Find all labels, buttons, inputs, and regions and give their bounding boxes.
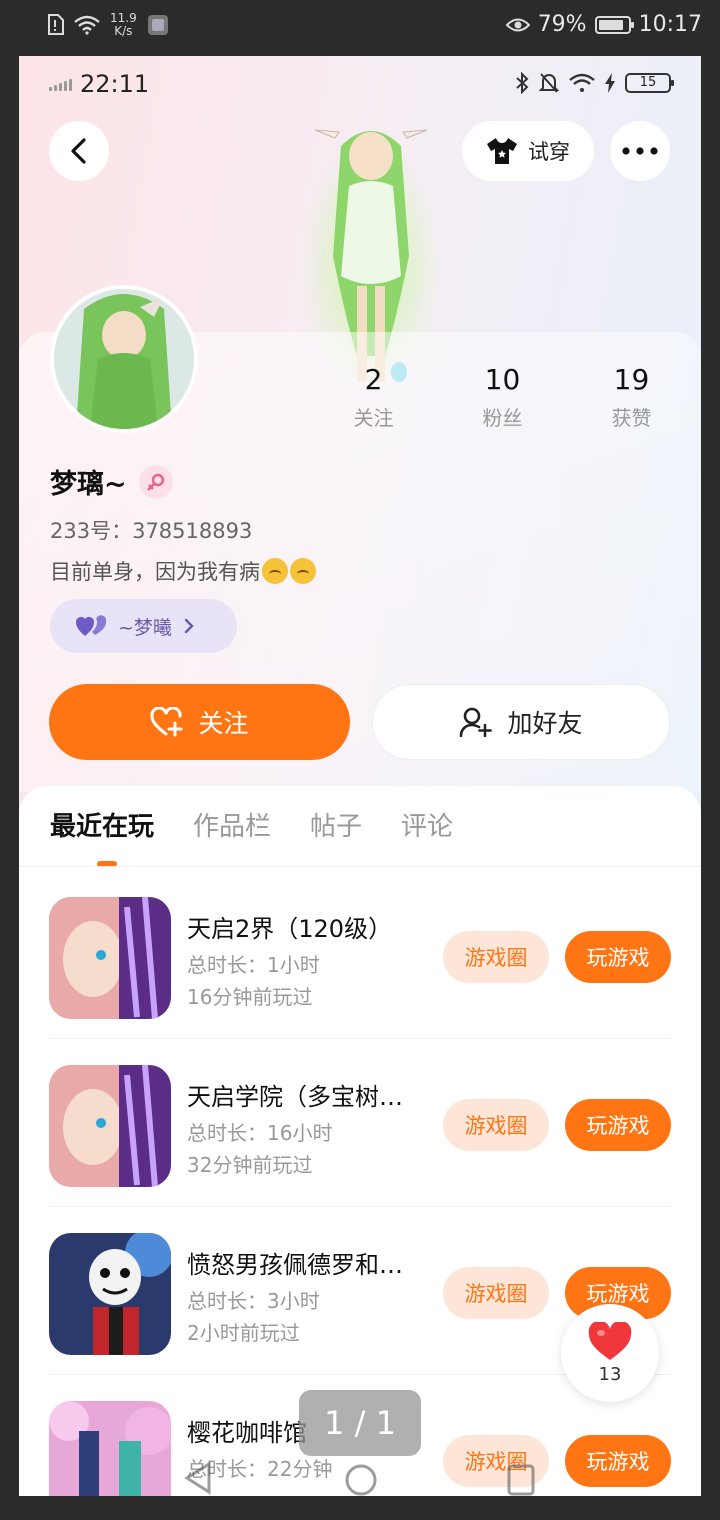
game-duration: 总时长：1小时 — [187, 953, 320, 977]
upside-down-face-icon — [290, 558, 316, 584]
female-gender-icon — [138, 464, 173, 499]
tab-works[interactable]: 作品栏 — [193, 806, 271, 843]
battery-percentage: 79% — [537, 12, 587, 37]
heart-icon — [588, 1321, 632, 1360]
chevron-left-icon — [71, 138, 86, 164]
game-last-played: 32分钟前玩过 — [187, 1153, 313, 1177]
game-icon — [49, 1233, 171, 1355]
list-item[interactable]: 天启学院（多宝树… 总时长：16小时 32分钟前玩过 游戏圈 玩游戏 — [49, 1039, 671, 1207]
stat-likes[interactable]: 19 获赞 — [567, 363, 696, 431]
inner-battery-level: 15 — [639, 75, 657, 90]
signal-icon — [49, 77, 72, 91]
list-item[interactable]: 天启2界（120级） 总时长：1小时 16分钟前玩过 游戏圈 玩游戏 — [49, 871, 671, 1039]
like-button[interactable]: 13 — [561, 1304, 659, 1402]
more-dots-icon — [622, 147, 658, 155]
upside-down-face-icon — [262, 558, 288, 584]
clock: 10:17 — [638, 12, 702, 37]
stat-likes-label: 获赞 — [611, 406, 652, 430]
game-last-played: 2小时前玩过 — [187, 1321, 300, 1345]
bluetooth-icon — [516, 72, 529, 94]
play-game-button[interactable]: 玩游戏 — [565, 1435, 671, 1487]
game-icon — [49, 1401, 171, 1496]
inner-battery-icon: 15 — [625, 73, 674, 93]
username-row: 梦璃~ — [50, 462, 173, 501]
game-circle-button[interactable]: 游戏圈 — [443, 1267, 549, 1319]
charging-icon — [605, 73, 615, 93]
game-circle-button[interactable]: 游戏圈 — [443, 1099, 549, 1151]
game-duration: 总时长：16小时 — [187, 1121, 333, 1145]
bio-text: 目前单身，因为我有病 — [50, 560, 260, 584]
inner-wifi-icon — [569, 73, 595, 92]
more-options-button[interactable] — [610, 121, 670, 181]
tab-posts[interactable]: 帖子 — [310, 806, 362, 843]
stat-followers-value: 10 — [484, 363, 521, 396]
game-last-played: 16分钟前玩过 — [187, 985, 313, 1009]
tab-recently-played[interactable]: 最近在玩 — [50, 806, 154, 843]
back-button[interactable] — [49, 121, 109, 181]
game-title: 愤怒男孩佩德罗和… — [187, 1251, 403, 1279]
username: 梦璃~ — [50, 469, 127, 500]
play-game-button[interactable]: 玩游戏 — [565, 931, 671, 983]
double-heart-icon — [76, 615, 106, 636]
navigation-bar — [184, 1461, 535, 1496]
stat-followers-label: 粉丝 — [482, 406, 523, 430]
try-on-label: 试穿 — [528, 140, 570, 164]
app-notification-icon — [147, 15, 168, 35]
tabs-divider — [19, 866, 701, 867]
add-friend-button[interactable]: 加好友 — [372, 684, 670, 760]
nav-back-icon — [184, 1461, 211, 1495]
add-user-icon — [460, 707, 493, 737]
stat-following-label: 关注 — [353, 406, 394, 430]
battery-icon — [594, 15, 634, 34]
network-speed: 11.9 K/s — [110, 12, 137, 38]
inner-status-bar: 22:11 15 — [19, 56, 701, 112]
game-circle-button[interactable]: 游戏圈 — [443, 931, 549, 983]
user-id: 233号：378518893 — [50, 519, 253, 543]
add-friend-label: 加好友 — [507, 709, 583, 738]
avatar[interactable] — [50, 285, 198, 433]
mute-bell-icon — [539, 73, 559, 93]
like-count: 13 — [598, 1363, 622, 1385]
profile-stats: 2 关注 10 粉丝 19 获赞 — [309, 363, 699, 431]
follow-button[interactable]: 关注 — [49, 684, 350, 760]
game-icon — [49, 1065, 171, 1187]
try-on-button[interactable]: 试穿 — [462, 121, 594, 181]
nav-recents-icon — [507, 1464, 535, 1496]
tshirt-icon — [487, 138, 517, 164]
stat-following[interactable]: 2 关注 — [309, 363, 438, 431]
game-title: 天启学院（多宝树… — [187, 1083, 403, 1111]
profile-tabs: 最近在玩 作品栏 帖子 评论 — [50, 806, 453, 843]
eye-comfort-icon — [505, 18, 530, 31]
page-indicator: 1 / 1 — [299, 1390, 421, 1456]
nav-home-icon — [345, 1464, 377, 1496]
app-screen: 22:11 15 试穿 2 关注 10 粉丝 19 获赞 梦璃~ 233号：37… — [19, 56, 701, 1496]
inner-clock: 22:11 — [80, 70, 150, 98]
avatar-image — [54, 289, 194, 429]
bio: 目前单身，因为我有病 — [50, 556, 316, 586]
game-icon — [49, 897, 171, 1019]
network-speed-unit: K/s — [114, 24, 133, 38]
chevron-right-icon — [184, 618, 194, 634]
follow-label: 关注 — [198, 709, 249, 738]
sim-alert-icon — [48, 14, 64, 35]
outer-status-bar: 11.9 K/s 79% 10:17 — [0, 0, 720, 56]
wifi-icon — [74, 15, 100, 35]
stat-followers[interactable]: 10 粉丝 — [438, 363, 567, 431]
relationship-name: ~梦曦 — [118, 616, 172, 639]
game-duration: 总时长：3小时 — [187, 1289, 320, 1313]
tab-comments[interactable]: 评论 — [401, 806, 453, 843]
heart-plus-icon — [150, 707, 183, 737]
stat-following-value: 2 — [364, 363, 383, 396]
game-title: 天启2界（120级） — [187, 915, 393, 943]
play-game-button[interactable]: 玩游戏 — [565, 1099, 671, 1151]
stat-likes-value: 19 — [613, 363, 650, 396]
relationship-chip[interactable]: ~梦曦 — [50, 599, 237, 653]
